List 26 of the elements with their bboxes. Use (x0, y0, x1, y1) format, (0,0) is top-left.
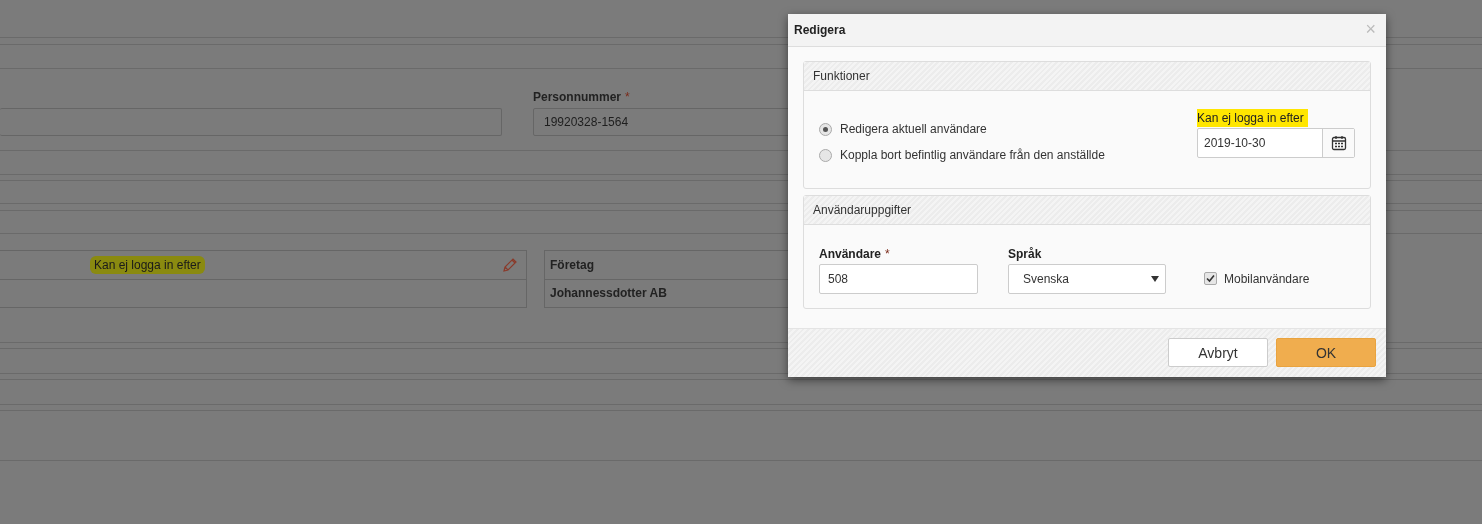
required-mark: * (885, 246, 890, 261)
section-title: Funktioner (813, 68, 870, 83)
calendar-button[interactable] (1322, 128, 1354, 157)
section-title: Användaruppgifter (813, 202, 912, 217)
field-label: Användare (819, 246, 882, 261)
date-label: Kan ej logga in efter (1197, 108, 1308, 127)
panel-header: Företag (550, 257, 594, 272)
date-picker[interactable]: 2019-10-30 (1197, 127, 1355, 158)
cancel-button[interactable]: Avbryt (1168, 338, 1268, 368)
checkbox-icon[interactable] (1204, 272, 1217, 286)
language-select[interactable]: Svenska (1008, 263, 1166, 294)
ok-button[interactable]: OK (1276, 338, 1376, 368)
user-field[interactable]: 508 (819, 263, 978, 294)
mobile-checkbox[interactable]: Mobilanvändare (1204, 263, 1310, 294)
company-name: Johannessdotter AB (550, 286, 667, 301)
caret-icon (1151, 274, 1159, 283)
radio-icon[interactable] (819, 122, 832, 136)
dialog-title: Redigera (794, 22, 846, 37)
field-label: Personnummer (533, 90, 622, 104)
calendar-icon (1330, 134, 1347, 151)
radio-icon[interactable] (819, 148, 832, 162)
radio-option[interactable]: Koppla bort befintlig användare från den anställde (819, 148, 1197, 163)
required-mark: * (625, 90, 630, 104)
date-field[interactable]: 2019-10-30 (1198, 128, 1322, 157)
field-label: Språk (1008, 246, 1043, 261)
panel-header: Kan ej logga in efter (90, 255, 205, 274)
